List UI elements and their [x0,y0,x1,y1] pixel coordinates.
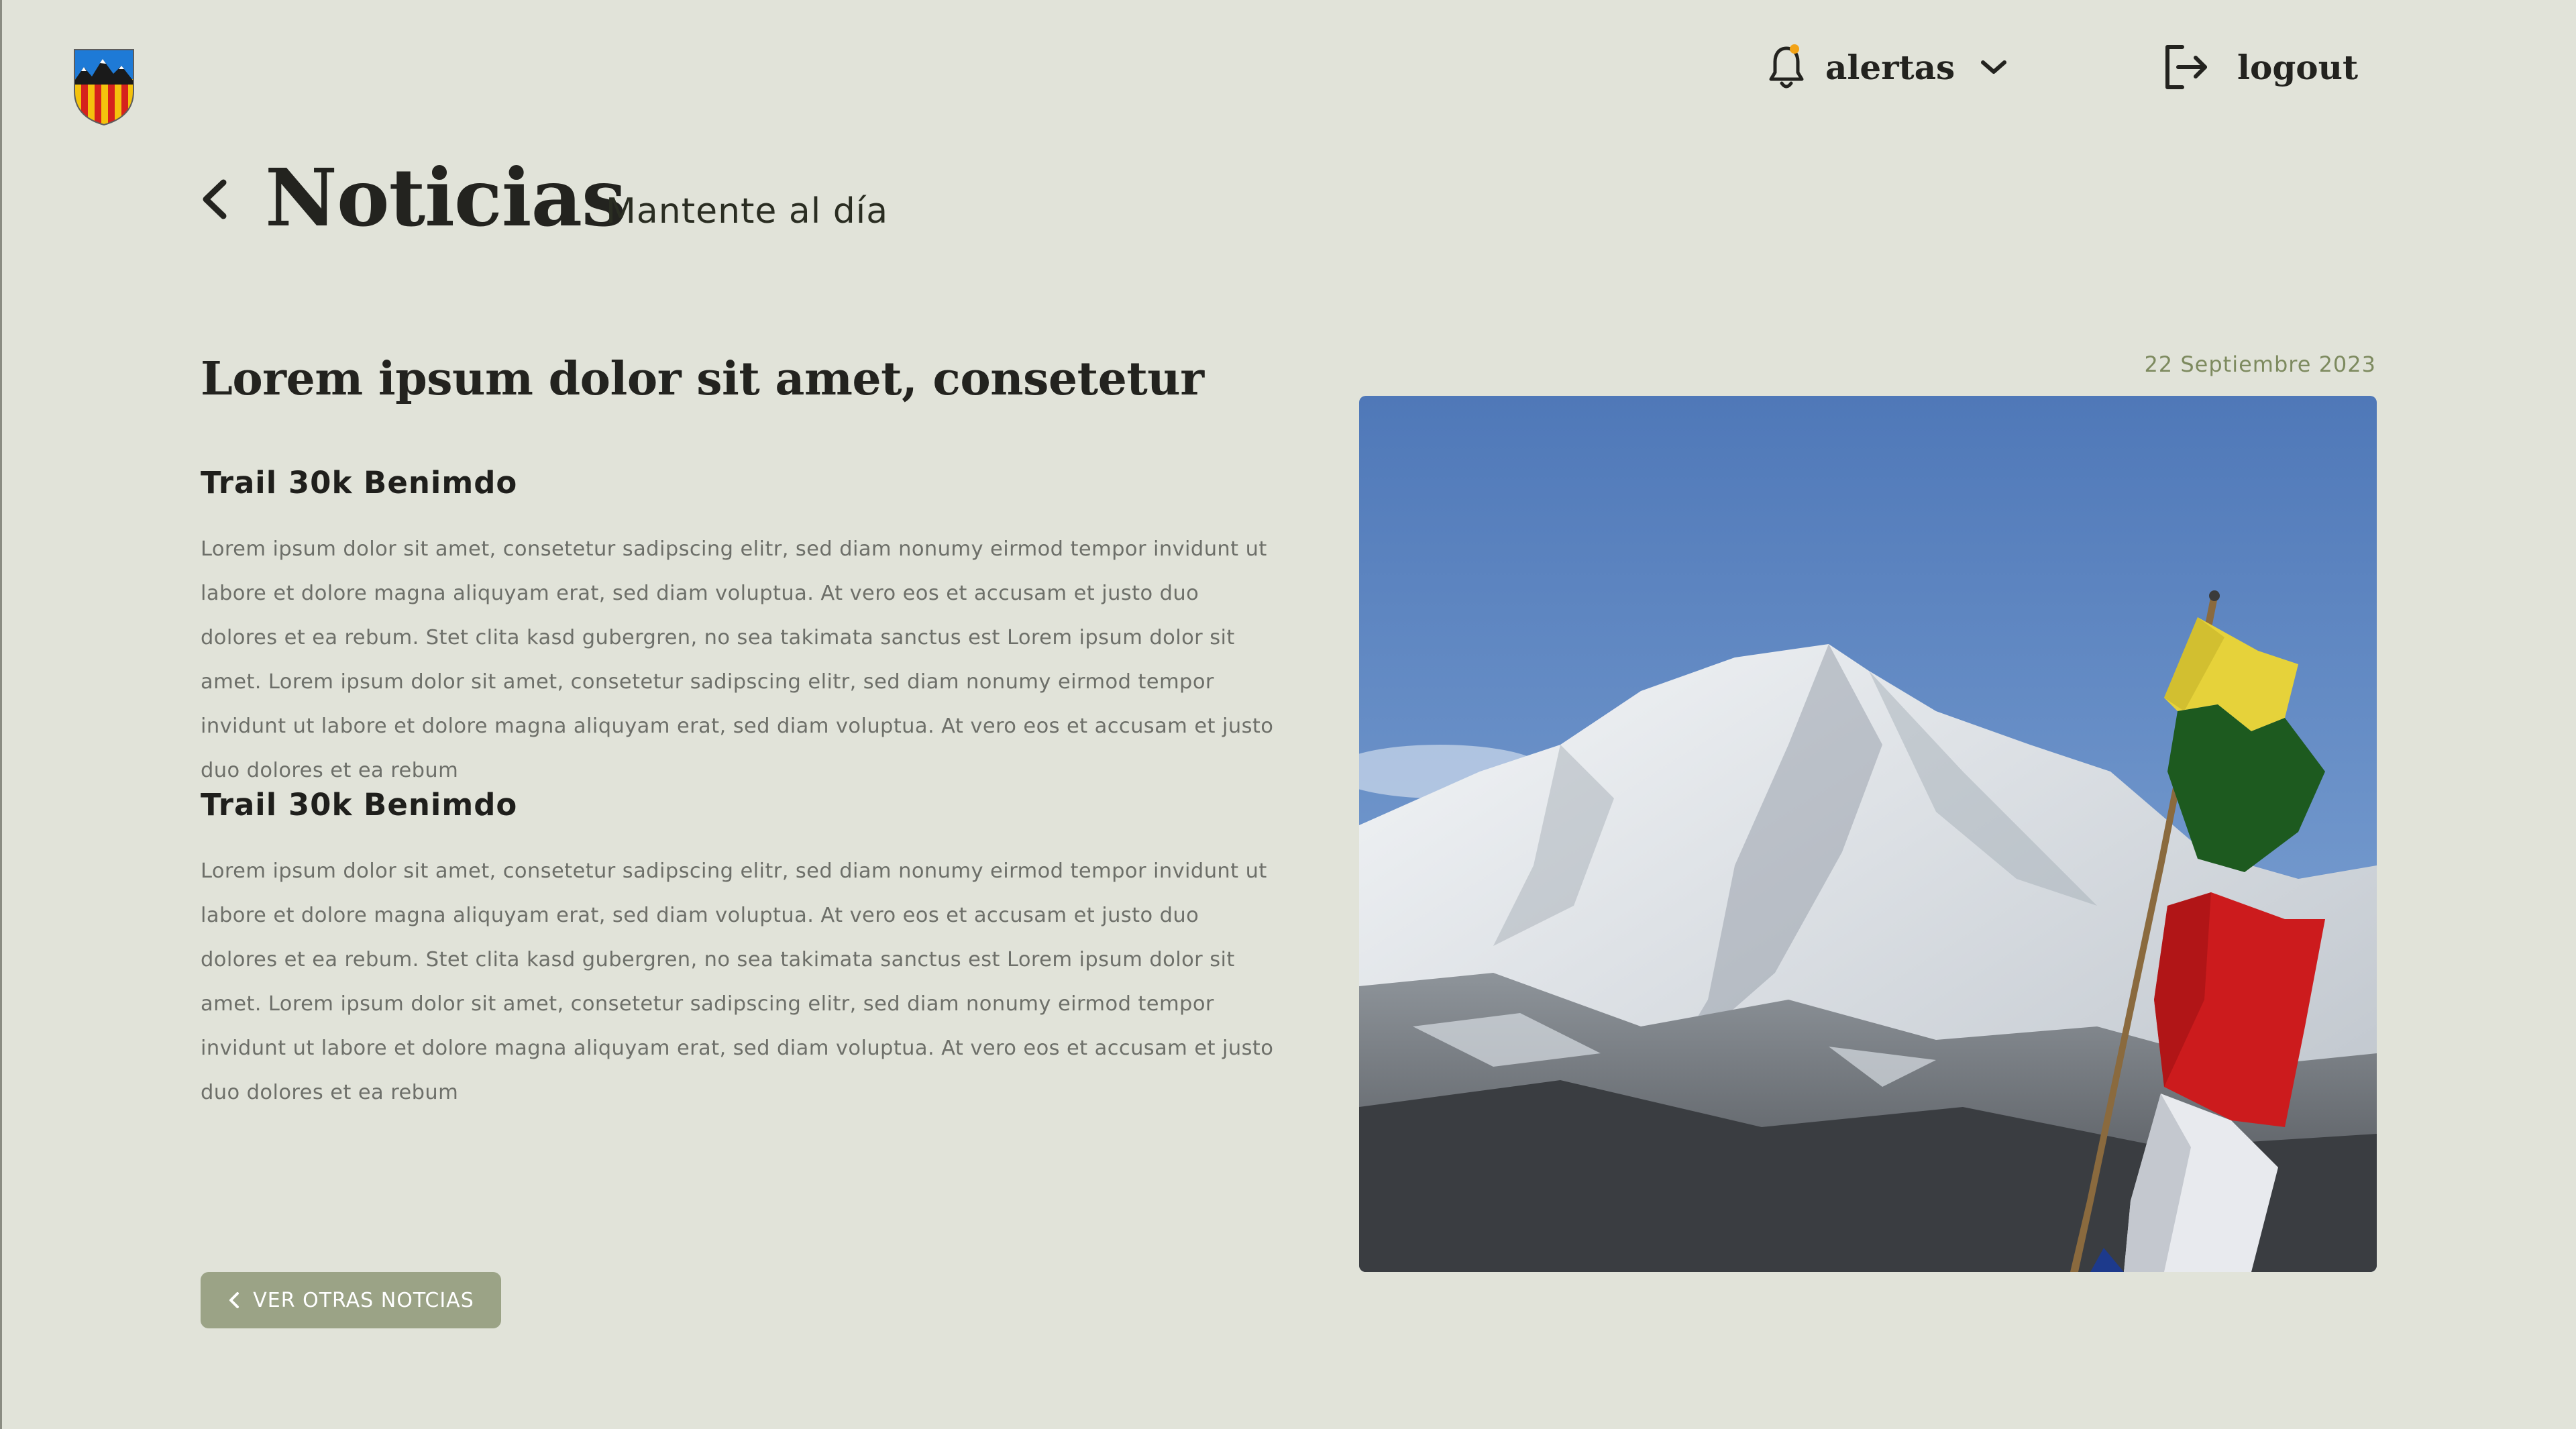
notification-dot [1790,44,1799,54]
shield-crest-icon [74,49,134,126]
section-body: Lorem ipsum dolor sit amet, consetetur s… [201,859,1274,1104]
alerts-menu[interactable]: alertas [1766,42,2008,93]
page-subtitle: Mantente al día [606,191,889,231]
bell-icon [1766,43,1807,91]
section-heading: Trail 30k Benimdo [201,465,518,500]
see-other-news-button[interactable]: VER OTRAS NOTCIAS [201,1272,501,1328]
see-other-news-label: VER OTRAS NOTCIAS [253,1288,474,1312]
logout-icon [2165,45,2207,89]
chevron-left-icon [229,1292,239,1308]
mountain-prayer-flags-image [1359,396,2377,1272]
article-title: Lorem ipsum dolor sit amet, consetetur [201,352,1204,406]
article-date: 22 Septiembre 2023 [2144,352,2376,377]
article-section: Trail 30k Benimdo Lorem ipsum dolor sit … [201,463,1274,793]
back-chevron-icon[interactable] [197,176,231,223]
club-logo[interactable] [72,47,136,127]
section-heading: Trail 30k Benimdo [201,787,518,823]
alerts-label: alertas [1825,47,1955,87]
chevron-down-icon [1981,60,2007,74]
page-title: Noticias [265,151,626,244]
section-body: Lorem ipsum dolor sit amet, consetetur s… [201,537,1274,782]
logout-button[interactable]: logout [2162,40,2358,94]
article-photo [1359,396,2377,1272]
article-section: Trail 30k Benimdo Lorem ipsum dolor sit … [201,785,1274,1115]
logout-label: logout [2237,47,2359,87]
